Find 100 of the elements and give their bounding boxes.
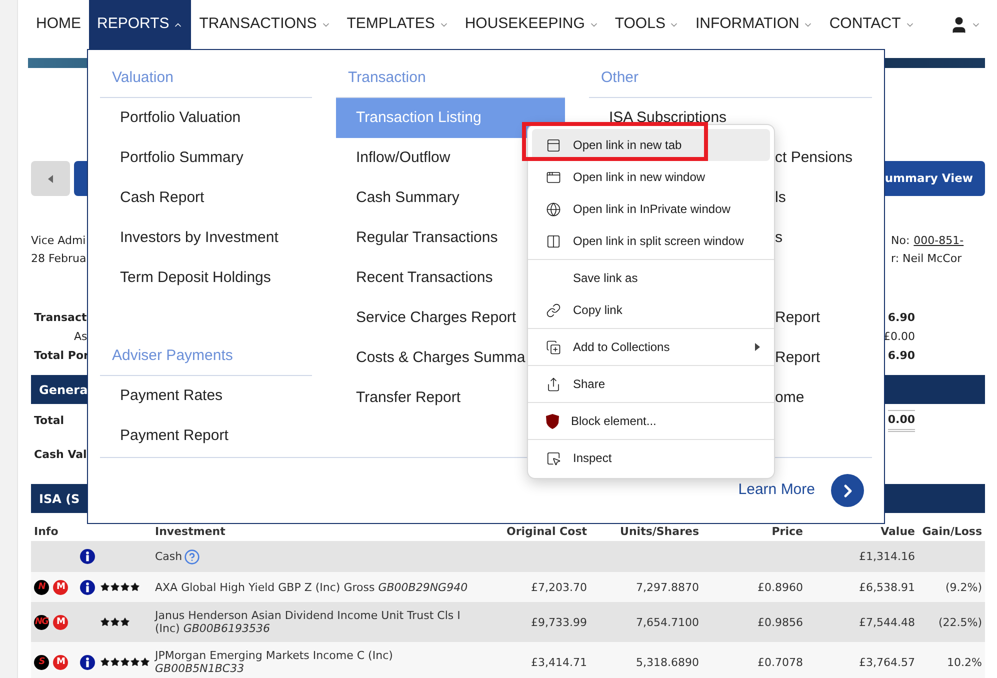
menu-link[interactable]: Cash Report (100, 178, 204, 218)
info-icon[interactable] (80, 549, 95, 564)
split-icon (546, 234, 561, 248)
investment-name: AXA Global High Yield GBP Z (Inc) Gross GB00B29NG940 (155, 580, 468, 594)
table-cell-text: £0.8960 (756, 580, 804, 594)
context-menu-item[interactable]: Inspect (532, 442, 770, 474)
badge-icon: S (34, 654, 49, 670)
nav-menu-item[interactable]: INFORMATION (687, 0, 822, 49)
table-cell-text: 5,318.6890 (635, 656, 700, 668)
total-label: Transact (34, 310, 87, 326)
table-cell-text: £9,733.99 (530, 616, 588, 628)
star-icon (140, 657, 150, 667)
account-number: 000-851- (914, 232, 964, 249)
menu-link[interactable]: Recent Transactions (336, 258, 493, 298)
globe-icon (546, 202, 561, 216)
link-icon (546, 302, 561, 318)
table-cell-text: (22.5%) (937, 616, 983, 628)
table-cell-text: (9.2%) (944, 580, 983, 594)
arrow-button[interactable] (831, 474, 864, 507)
star-icon (120, 582, 130, 592)
investment-name: Cash (155, 550, 182, 563)
table-cell-text: £7,544.48 (858, 616, 916, 628)
nav-menu-item[interactable]: CONTACT (821, 0, 923, 49)
share-icon (546, 376, 561, 392)
star-icon (110, 657, 120, 667)
table-cell-text: £0.9856 (756, 616, 804, 628)
tab-icon (546, 138, 561, 152)
nav-menu-item[interactable]: TEMPLATES (338, 0, 457, 49)
client-info: Vice Admi (31, 232, 86, 249)
help-icon[interactable] (184, 548, 200, 564)
context-menu-item[interactable]: Save link as (532, 262, 770, 294)
column-header: Price (770, 524, 804, 540)
client-info-label: r: Neil McCor (891, 250, 962, 267)
context-menu-item[interactable]: Open link in new window (532, 161, 770, 193)
nav-menu-item[interactable]: TRANSACTIONS (191, 0, 339, 49)
column-header: Gain/Loss (921, 524, 983, 540)
menu-heading: Adviser Payments (112, 346, 233, 366)
menu-heading: Other (601, 68, 639, 88)
column-header: Info (33, 524, 60, 540)
total-label: Total Por (34, 348, 89, 364)
star-icon (130, 657, 140, 667)
badge-icon: NG (34, 614, 49, 630)
nav-menu-item[interactable]: HOUSEKEEPING (456, 0, 607, 49)
summary-label: Total (34, 412, 64, 429)
table-cell-text: £3,414.71 (530, 656, 588, 668)
menu-link[interactable]: Service Charges Report (336, 298, 516, 338)
shield-icon (546, 414, 559, 428)
table-cell-text: 7,654.7100 (635, 616, 700, 628)
menu-link[interactable]: Cash Summary (336, 178, 460, 218)
investment-name: Janus Henderson Asian Dividend Income Unit Trust Cls I (Inc) GB00B6193536 (155, 609, 462, 635)
total-value: 6.90 (888, 310, 915, 326)
nav-menu-item[interactable]: REPORTS (89, 0, 192, 49)
menu-link[interactable]: Portfolio Valuation (100, 98, 241, 138)
left-arrow-icon (48, 174, 53, 182)
star-icon (100, 657, 110, 667)
table-cell-text: £6,538.91 (858, 580, 916, 594)
badge-icon: M (53, 654, 68, 670)
menu-heading: Transaction (348, 68, 426, 88)
star-icon (100, 617, 110, 627)
star-icon (100, 582, 110, 592)
context-menu-item[interactable]: Open link in split screen window (532, 225, 770, 257)
menu-link[interactable]: Term Deposit Holdings (100, 258, 271, 298)
context-menu-item[interactable]: Add to Collections (532, 331, 770, 363)
context-menu-item[interactable]: Block element... (532, 405, 770, 437)
menu-heading: Valuation (112, 68, 174, 88)
table-cell-text: £7,203.70 (530, 580, 588, 594)
badge-icon: M (53, 580, 68, 594)
total-value: 6.90 (888, 348, 915, 364)
star-icon (130, 582, 140, 592)
column-header: Original Cost (506, 524, 588, 540)
menu-link[interactable]: Inflow/Outflow (336, 138, 450, 178)
total-value: £0.00 (884, 329, 915, 346)
badge-icon: N (34, 580, 49, 594)
info-icon[interactable] (80, 654, 95, 670)
client-info-label: No: (891, 232, 910, 249)
total-label: As (73, 329, 88, 346)
window-icon (546, 170, 561, 184)
client-info: 28 Februa (31, 250, 86, 267)
table-cell-text: 7,297.8870 (635, 580, 700, 594)
info-icon[interactable] (80, 580, 95, 594)
star-icon (110, 617, 120, 627)
investment-name: JPMorgan Emerging Markets Income C (Inc) GB00B5N1BC33 (155, 649, 394, 675)
context-menu-item[interactable]: Open link in InPrivate window (532, 193, 770, 225)
column-header: Value (880, 524, 916, 540)
column-header: Investment (155, 524, 226, 540)
nav-menu-item[interactable]: HOME (28, 0, 89, 49)
collections-icon (546, 340, 561, 354)
column-header: Units/Shares (619, 524, 700, 540)
context-menu-item[interactable]: Copy link (532, 294, 770, 326)
inspect-icon (546, 450, 561, 466)
star-icon (110, 582, 120, 592)
menu-link[interactable]: Payment Report (100, 416, 228, 456)
menu-link[interactable]: Regular Transactions (336, 218, 498, 258)
menu-link[interactable]: Portfolio Summary (100, 138, 244, 178)
table-cell-text: £0.7078 (756, 656, 804, 668)
menu-link[interactable]: Costs & Charges Summa (336, 338, 526, 378)
nav-menu-item[interactable]: TOOLS (606, 0, 688, 49)
table-cell-text: £3,764.57 (858, 656, 916, 668)
star-icon (120, 657, 130, 667)
menu-link[interactable]: Investors by Investment (100, 218, 278, 258)
